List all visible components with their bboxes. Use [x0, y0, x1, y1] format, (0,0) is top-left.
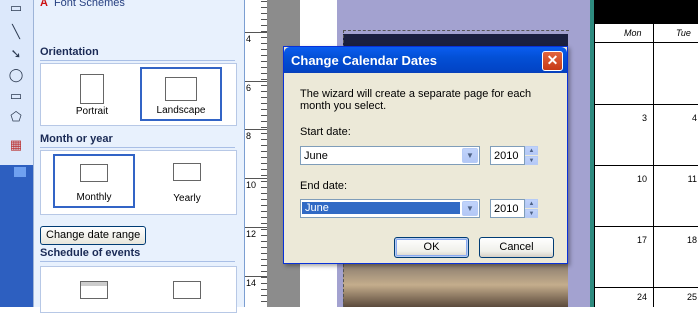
- design-gallery-icon[interactable]: ▦: [8, 137, 24, 153]
- select-objects-icon[interactable]: ▭: [8, 0, 24, 16]
- calendar-date: 10: [636, 174, 647, 184]
- end-year-field[interactable]: 2010: [490, 199, 525, 218]
- monthly-calendar-icon: [80, 164, 108, 182]
- chevron-down-icon[interactable]: ▼: [462, 201, 478, 216]
- end-date-label: End date:: [300, 180, 348, 192]
- landscape-option[interactable]: Landscape: [140, 67, 222, 121]
- frame-guide-horizontal: [343, 30, 569, 31]
- arrow-tool-icon[interactable]: ➘: [8, 46, 24, 62]
- yearly-calendar-icon: [173, 163, 201, 181]
- ok-button[interactable]: OK: [394, 237, 469, 258]
- spin-up-icon[interactable]: ▲: [525, 199, 538, 208]
- spin-up-icon[interactable]: ▲: [525, 146, 538, 155]
- calendar-date: 11: [687, 174, 697, 184]
- schedule-none-icon: [80, 281, 108, 299]
- portrait-page-icon: [80, 74, 104, 104]
- ruler-number: 6: [246, 83, 252, 93]
- landscape-page-icon: [165, 77, 197, 101]
- start-date-label: Start date:: [300, 126, 351, 138]
- font-schemes-link[interactable]: A Font Schemes: [40, 0, 125, 9]
- cancel-button[interactable]: Cancel: [479, 237, 554, 258]
- font-scheme-icon: A: [40, 0, 48, 9]
- day-header-mon: Mon: [624, 28, 642, 38]
- orientation-heading: Orientation: [40, 46, 235, 61]
- schedule-option-include[interactable]: [146, 270, 228, 324]
- portrait-option[interactable]: Portrait: [51, 67, 133, 121]
- oval-tool-icon[interactable]: ◯: [8, 67, 24, 83]
- spin-down-icon[interactable]: ▼: [525, 156, 538, 165]
- chevron-down-icon[interactable]: ▼: [462, 148, 478, 163]
- change-calendar-dates-dialog: Change Calendar Dates ✕ The wizard will …: [283, 46, 568, 264]
- start-year-field[interactable]: 2010: [490, 146, 525, 165]
- month-year-options: Monthly Yearly: [40, 150, 237, 215]
- start-month-dropdown[interactable]: June ▼: [300, 146, 480, 165]
- autoshapes-icon[interactable]: ⬠: [8, 109, 24, 125]
- photo-frame[interactable]: [343, 258, 568, 307]
- ruler-number: 4: [246, 34, 252, 44]
- ruler-number: 10: [246, 180, 257, 190]
- ruler-number: 8: [246, 131, 252, 141]
- schedule-include-icon: [173, 281, 201, 299]
- calendar-grid[interactable]: Mon Tue 3 4 10 11 17 18 24 25: [594, 0, 698, 307]
- calendar-date: 17: [636, 235, 647, 245]
- day-header-tue: Tue: [676, 28, 691, 38]
- vertical-ruler[interactable]: 4 6 8 10 12 14: [245, 0, 268, 307]
- yearly-option[interactable]: Yearly: [146, 154, 228, 208]
- calendar-date: 25: [686, 292, 697, 302]
- monthly-option[interactable]: Monthly: [53, 154, 135, 208]
- end-month-dropdown[interactable]: June ▼: [300, 199, 480, 218]
- dialog-description: The wizard will create a separate page f…: [300, 88, 532, 112]
- calendar-date: 24: [636, 292, 647, 302]
- toolbar-gripper-icon[interactable]: [14, 167, 26, 177]
- ruler-number: 12: [246, 229, 257, 239]
- line-tool-icon[interactable]: ╲: [8, 24, 24, 40]
- toolbar-scroll-area: [0, 165, 33, 307]
- drawing-toolbar: ▭ ╲ ➘ ◯ ▭ ⬠ ▦: [0, 0, 34, 307]
- schedule-heading: Schedule of events: [40, 247, 235, 262]
- month-or-year-heading: Month or year: [40, 133, 235, 148]
- calendar-header-bar: [594, 0, 698, 24]
- start-year-spinner[interactable]: ▲ ▼: [525, 146, 538, 165]
- schedule-option-none[interactable]: [53, 270, 135, 324]
- end-year-spinner[interactable]: ▲ ▼: [525, 199, 538, 218]
- close-icon: ✕: [546, 52, 559, 68]
- orientation-options: Portrait Landscape: [40, 63, 237, 126]
- calendar-date: 3: [641, 113, 647, 123]
- calendar-date: 4: [691, 113, 697, 123]
- change-date-range-button[interactable]: Change date range: [40, 226, 147, 245]
- schedule-options: [40, 266, 237, 313]
- task-pane: A Font Schemes Orientation Portrait Lands…: [34, 0, 245, 313]
- dialog-title: Change Calendar Dates: [291, 53, 437, 68]
- close-button[interactable]: ✕: [542, 51, 563, 71]
- rectangle-tool-icon[interactable]: ▭: [8, 88, 24, 104]
- dialog-title-bar[interactable]: Change Calendar Dates ✕: [284, 47, 567, 73]
- ruler-number: 14: [246, 278, 257, 288]
- spin-down-icon[interactable]: ▼: [525, 209, 538, 218]
- calendar-date: 18: [686, 235, 697, 245]
